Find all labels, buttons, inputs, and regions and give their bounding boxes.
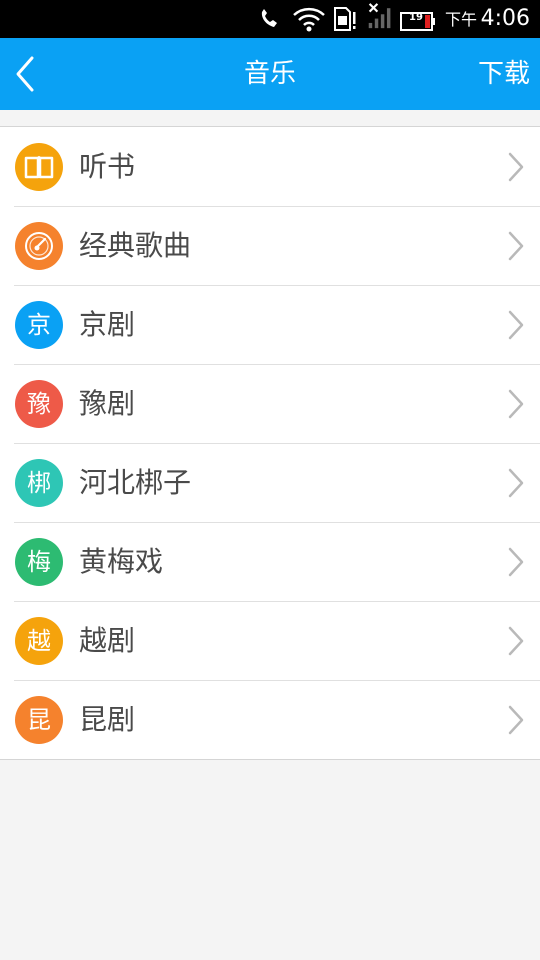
icon-character: 梅	[27, 548, 51, 576]
list-item[interactable]: 豫豫剧	[0, 364, 540, 443]
list-item[interactable]: 梆河北梆子	[0, 443, 540, 522]
status-bar: 19 下午 4:06	[0, 0, 540, 38]
list-item[interactable]: 梅黄梅戏	[0, 522, 540, 601]
chevron-right-icon	[508, 231, 524, 261]
icon-character: 梆	[27, 469, 51, 497]
list-item[interactable]: 越越剧	[0, 601, 540, 680]
mei-icon: 梅	[15, 538, 63, 586]
call-icon	[261, 9, 277, 27]
chevron-right-icon	[508, 705, 524, 735]
icon-character: 昆	[27, 706, 51, 734]
list-item-label: 河北梆子	[79, 466, 192, 499]
list-item-label: 黄梅戏	[79, 545, 164, 578]
bang-icon: 梆	[15, 459, 63, 507]
icon-character: 越	[27, 627, 51, 655]
list-item[interactable]: 京京剧	[0, 285, 540, 364]
list-item-label: 越剧	[79, 624, 136, 657]
jing-icon: 京	[15, 301, 63, 349]
compass-icon	[15, 222, 63, 270]
chevron-right-icon	[508, 310, 524, 340]
list-item-label: 经典歌曲	[79, 229, 192, 262]
yue-icon: 越	[15, 617, 63, 665]
clock-time: 4:06	[480, 6, 530, 31]
list-item-label: 豫剧	[79, 387, 136, 420]
icon-character: 豫	[27, 390, 51, 418]
list-item-label: 听书	[79, 150, 136, 183]
clock-ampm: 下午	[444, 10, 477, 29]
kun-icon: 昆	[15, 696, 63, 744]
category-list: 听书 经典歌曲京京剧豫豫剧梆河北梆子梅黄梅戏越越剧昆昆剧	[0, 126, 540, 760]
page-title: 音乐	[243, 59, 296, 89]
list-item-label: 京剧	[79, 308, 136, 341]
book-icon	[15, 143, 63, 191]
download-button[interactable]: 下载	[478, 38, 530, 110]
list-item[interactable]: 经典歌曲	[0, 206, 540, 285]
sim-alert-icon	[334, 7, 356, 31]
chevron-right-icon	[508, 626, 524, 656]
list-item[interactable]: 昆昆剧	[0, 680, 540, 759]
list-item[interactable]: 听书	[0, 127, 540, 206]
list-item-label: 昆剧	[79, 703, 136, 736]
yu-icon: 豫	[15, 380, 63, 428]
signal-icon	[368, 3, 391, 29]
wifi-icon	[293, 7, 325, 32]
icon-character: 京	[27, 311, 51, 339]
battery-level: 19	[409, 12, 423, 23]
chevron-right-icon	[508, 389, 524, 419]
chevron-right-icon	[508, 152, 524, 182]
chevron-right-icon	[508, 547, 524, 577]
title-bar: 音乐 下载	[0, 38, 540, 110]
chevron-right-icon	[508, 468, 524, 498]
